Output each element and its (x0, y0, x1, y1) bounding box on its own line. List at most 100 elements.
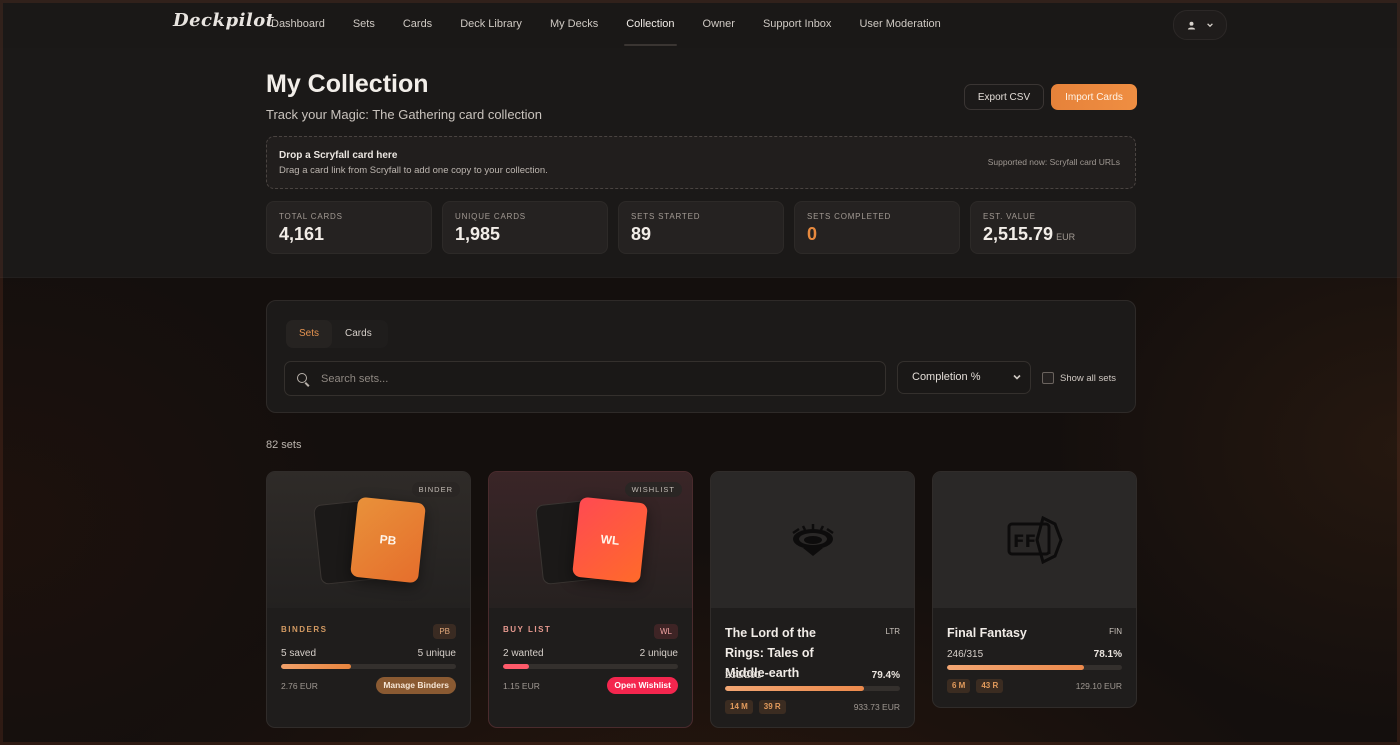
card-code: WL (654, 624, 678, 639)
tab-sets[interactable]: Sets (286, 320, 333, 348)
stat-est-value: EST. VALUE 2,515.79 EUR (970, 201, 1136, 254)
stat-sets-started: SETS STARTED 89 (618, 201, 784, 254)
set-value: 933.73 EUR (853, 702, 900, 712)
unique-count: 2 unique (639, 648, 678, 659)
card-artwork: FF (933, 472, 1136, 608)
progress-fill (281, 664, 351, 669)
card-body: BUY LIST WL 2 wanted 2 unique 1.15 EUR O… (489, 608, 692, 727)
stat-sets-completed: SETS COMPLETED 0 (794, 201, 960, 254)
card-artwork: BINDER PB (267, 472, 470, 608)
mythic-badge: 14 M (725, 700, 753, 714)
dropzone-title: Drop a Scryfall card here (279, 150, 398, 161)
card-stats-row: 2 wanted 2 unique (503, 648, 678, 659)
binder-card[interactable]: BINDER PB BINDERS PB 5 saved 5 unique 2.… (266, 471, 471, 728)
set-card-fin[interactable]: FF Final Fantasy FIN 246/315 78.1% 6 M 4… (932, 471, 1137, 708)
stat-value: 89 (631, 224, 652, 244)
user-menu-button[interactable] (1173, 10, 1227, 40)
view-toggle: Sets Cards (286, 320, 388, 348)
top-nav: Deckpilot Dashboard Sets Cards Deck Libr… (0, 0, 1400, 48)
stat-unit: EUR (1056, 232, 1076, 242)
scryfall-dropzone[interactable]: Drop a Scryfall card here Drag a card li… (266, 136, 1136, 189)
search-box[interactable] (284, 361, 886, 396)
svg-text:FF: FF (1013, 532, 1036, 552)
chevron-down-icon (1206, 23, 1213, 28)
page-title: My Collection (266, 70, 429, 98)
fin-set-icon: FF (1007, 516, 1063, 564)
card-code: PB (433, 624, 456, 639)
manage-binders-button[interactable]: Manage Binders (376, 677, 456, 694)
set-code: LTR (885, 627, 900, 636)
dropzone-supported: Supported now: Scryfall card URLs (987, 157, 1120, 167)
card-tag: BINDER (411, 482, 460, 497)
chevron-down-icon (1012, 362, 1022, 406)
wishlist-card[interactable]: WISHLIST WL BUY LIST WL 2 wanted 2 uniqu… (488, 471, 693, 728)
show-all-sets-toggle[interactable]: Show all sets (1042, 372, 1116, 384)
card-body: Final Fantasy FIN 246/315 78.1% 6 M 43 R… (933, 608, 1136, 707)
open-wishlist-button[interactable]: Open Wishlist (607, 677, 678, 694)
stat-value: 4,161 (279, 224, 325, 244)
progress-bar (947, 665, 1122, 670)
saved-count: 5 saved (281, 648, 317, 659)
import-cards-button[interactable]: Import Cards (1051, 84, 1137, 110)
set-title: Final Fantasy (947, 626, 1027, 640)
nav-sets[interactable]: Sets (339, 0, 389, 48)
card-value: 1.15 EUR (503, 681, 540, 691)
ltr-set-icon (791, 524, 834, 556)
rare-badge: 39 R (758, 700, 786, 714)
card-artwork: WISHLIST WL (489, 472, 692, 608)
nav-my-decks[interactable]: My Decks (536, 0, 612, 48)
sort-select-value: Completion % (912, 371, 981, 383)
set-code: FIN (1109, 627, 1122, 636)
filter-panel: Sets Cards Completion % Show all sets (266, 300, 1136, 413)
show-all-sets-label: Show all sets (1060, 372, 1116, 384)
card-category: BINDERS (281, 625, 328, 634)
progress-fill (503, 664, 530, 669)
stat-value-wrap: 2,515.79 EUR (983, 224, 1075, 245)
completion-percent: 78.1% (1093, 649, 1122, 660)
set-progress-row: 246/315 78.1% (947, 649, 1122, 660)
wanted-count: 2 wanted (503, 648, 544, 659)
tab-cards[interactable]: Cards (332, 320, 385, 348)
nav-cards[interactable]: Cards (389, 0, 446, 48)
progress-bar (503, 664, 678, 669)
user-icon (1187, 21, 1195, 30)
stat-label: TOTAL CARDS (279, 212, 343, 221)
show-all-sets-checkbox[interactable] (1042, 372, 1054, 384)
completion-percent: 79.4% (871, 670, 900, 681)
card-stats-row: 5 saved 5 unique (281, 648, 456, 659)
stat-value: 1,985 (455, 224, 501, 244)
dropzone-subtitle: Drag a card link from Scryfall to add on… (279, 165, 548, 176)
stat-label: EST. VALUE (983, 212, 1036, 221)
stat-label: UNIQUE CARDS (455, 212, 526, 221)
nav-user-moderation[interactable]: User Moderation (845, 0, 954, 48)
set-value: 129.10 EUR (1075, 681, 1122, 691)
nav-dashboard[interactable]: Dashboard (257, 0, 339, 48)
stat-label: SETS COMPLETED (807, 212, 892, 221)
card-value: 2.76 EUR (281, 681, 318, 691)
search-input[interactable] (319, 371, 863, 386)
binder-badge: PB (350, 496, 426, 584)
stat-value: 2,515.79 (983, 224, 1054, 244)
owned-count: 231/291 (725, 670, 762, 681)
stat-unique-cards: UNIQUE CARDS 1,985 (442, 201, 608, 254)
wishlist-badge: WL (572, 496, 648, 584)
set-card-ltr[interactable]: The Lord of the Rings: Tales of Middle-e… (710, 471, 915, 728)
rarity-badges: 14 M 39 R (725, 700, 786, 714)
search-icon (297, 372, 309, 385)
nav-links: Dashboard Sets Cards Deck Library My Dec… (257, 0, 955, 48)
card-category: BUY LIST (503, 625, 552, 634)
card-body: The Lord of the Rings: Tales of Middle-e… (711, 608, 914, 727)
unique-count: 5 unique (417, 648, 456, 659)
nav-collection[interactable]: Collection (612, 0, 688, 48)
card-body: BINDERS PB 5 saved 5 unique 2.76 EUR Man… (267, 608, 470, 727)
export-csv-button[interactable]: Export CSV (964, 84, 1044, 110)
stat-label: SETS STARTED (631, 212, 701, 221)
nav-support-inbox[interactable]: Support Inbox (749, 0, 846, 48)
sort-select[interactable]: Completion % (897, 361, 1031, 394)
nav-deck-library[interactable]: Deck Library (446, 0, 536, 48)
nav-owner[interactable]: Owner (689, 0, 749, 48)
mythic-badge: 6 M (947, 679, 971, 693)
rarity-badges: 6 M 43 R (947, 679, 1004, 693)
progress-bar (725, 686, 900, 691)
progress-fill (947, 665, 1084, 670)
